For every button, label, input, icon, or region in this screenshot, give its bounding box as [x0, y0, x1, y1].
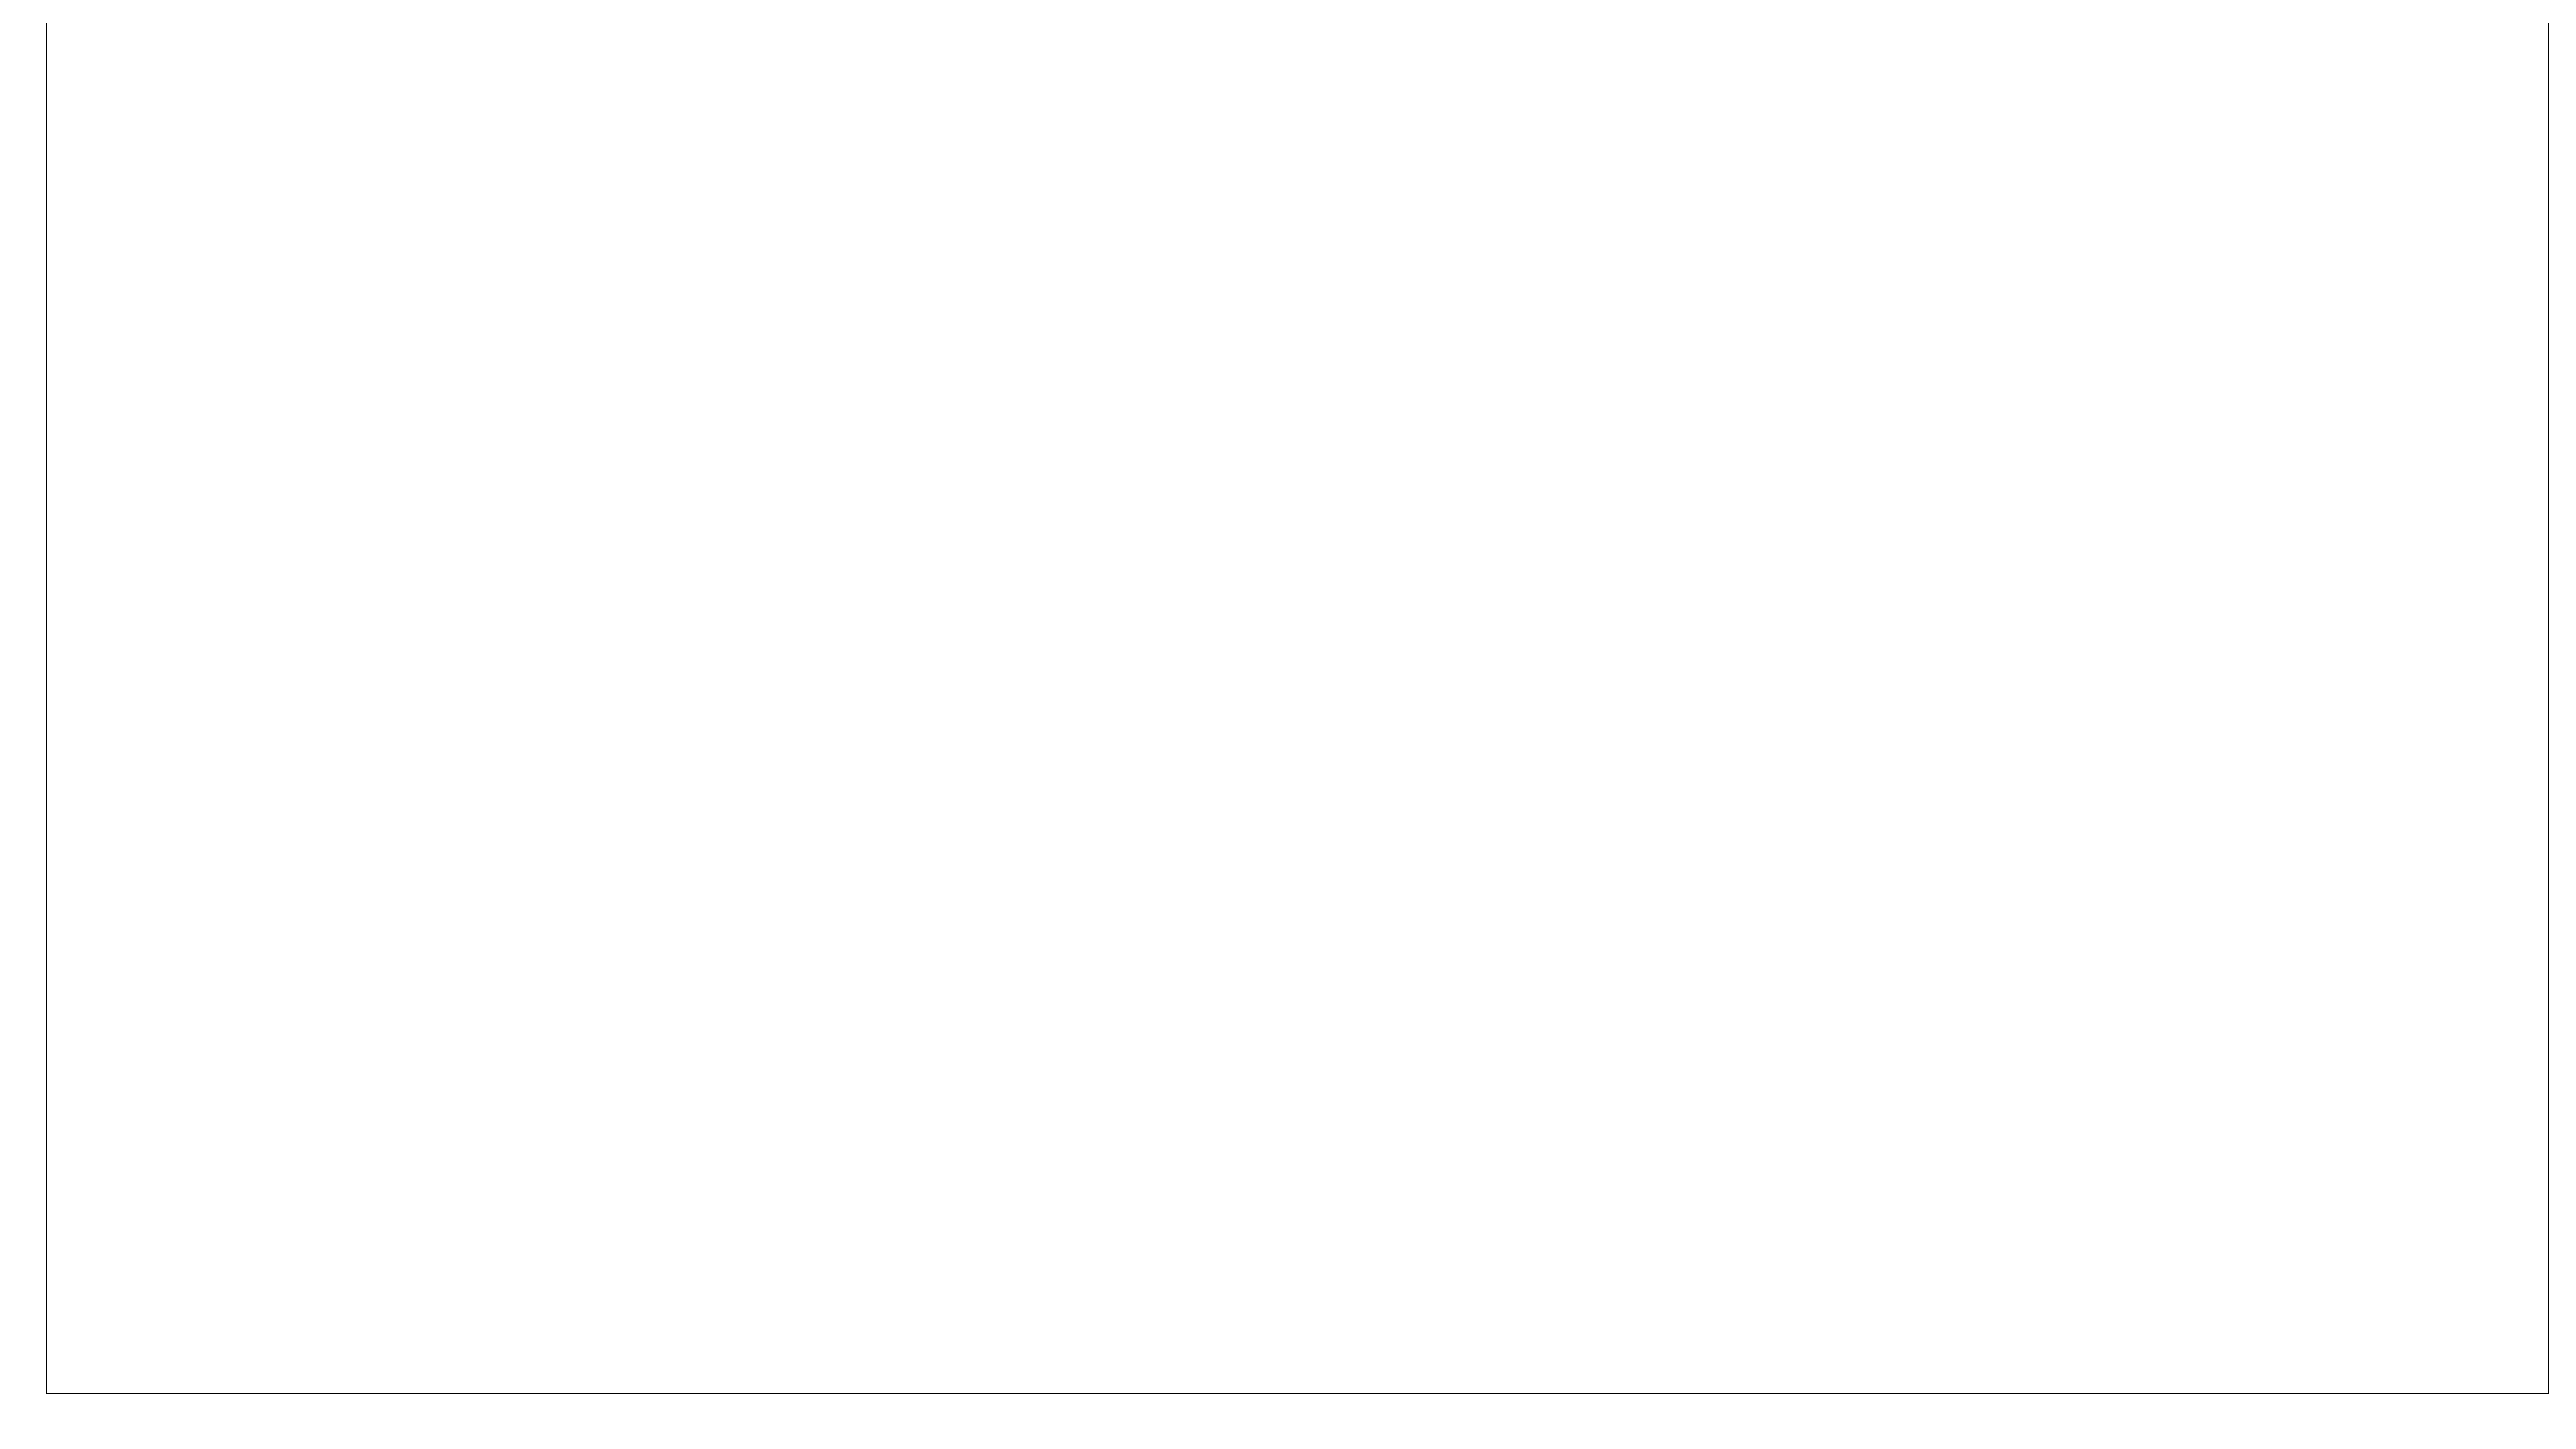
legend-item-not-spam [2501, 23, 2542, 38]
rbl-statistics-chart [0, 0, 2576, 1449]
legend [2501, 23, 2542, 89]
score-swatch [2507, 67, 2542, 81]
legend-item-spam [2501, 45, 2542, 60]
plot-area [46, 23, 2549, 1394]
spam-swatch [2507, 45, 2542, 60]
legend-item-score [2501, 67, 2542, 81]
not-spam-swatch [2507, 23, 2542, 38]
